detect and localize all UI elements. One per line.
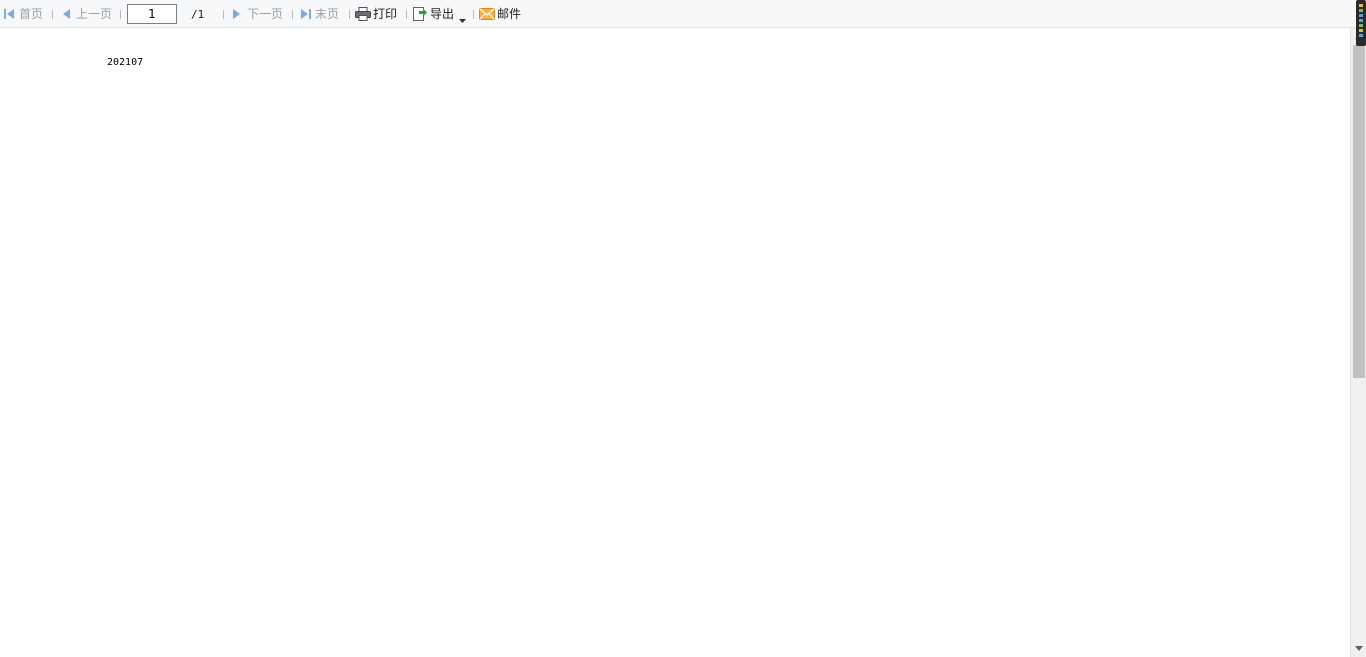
widget-bar xyxy=(1359,19,1363,22)
report-cell-value: 202107 xyxy=(107,57,144,68)
export-button[interactable]: 导出 xyxy=(412,0,467,28)
next-page-button[interactable]: 下一页 xyxy=(231,0,283,28)
print-button[interactable]: 打印 xyxy=(355,0,397,28)
vertical-scrollbar[interactable] xyxy=(1350,28,1366,657)
toolbar-separator xyxy=(292,10,293,19)
last-page-icon xyxy=(299,8,312,20)
prev-page-button[interactable]: 上一页 xyxy=(61,0,112,28)
widget-bar xyxy=(1359,24,1363,27)
first-page-button[interactable]: 首页 xyxy=(3,0,43,28)
mail-label: 邮件 xyxy=(497,7,522,21)
widget-bar xyxy=(1359,14,1363,17)
printer-icon xyxy=(355,7,371,21)
toolbar-separator xyxy=(223,10,224,19)
last-page-label: 末页 xyxy=(315,7,340,21)
first-page-icon xyxy=(3,8,16,20)
page-number-input[interactable] xyxy=(127,4,177,24)
widget-bar xyxy=(1359,29,1363,32)
mail-button[interactable]: 邮件 xyxy=(479,0,521,28)
scrollbar-thumb[interactable] xyxy=(1353,45,1365,378)
chevron-down-icon[interactable] xyxy=(459,12,467,23)
print-label: 打印 xyxy=(373,7,398,21)
page-total: /1 xyxy=(191,7,205,21)
report-toolbar: 首页 上一页 /1 下一页 末页 xyxy=(0,0,1366,28)
prev-page-label: 上一页 xyxy=(76,7,113,21)
widget-bar xyxy=(1359,34,1363,37)
widget-bar xyxy=(1359,4,1363,7)
last-page-button[interactable]: 末页 xyxy=(299,0,339,28)
floating-widget[interactable] xyxy=(1356,0,1366,46)
report-content: 202107 xyxy=(0,28,1350,657)
toolbar-separator xyxy=(406,10,407,19)
first-page-label: 首页 xyxy=(19,7,44,21)
toolbar-separator xyxy=(473,10,474,19)
mail-icon xyxy=(479,8,495,20)
toolbar-separator xyxy=(349,10,350,19)
prev-page-icon xyxy=(61,8,72,20)
toolbar-separator xyxy=(52,10,53,19)
scroll-down-arrow-icon[interactable] xyxy=(1355,646,1363,651)
widget-bar xyxy=(1359,9,1363,12)
export-icon xyxy=(412,6,428,22)
next-page-icon xyxy=(231,8,242,20)
export-label: 导出 xyxy=(430,7,455,21)
next-page-label: 下一页 xyxy=(247,7,284,21)
toolbar-separator xyxy=(120,10,121,19)
